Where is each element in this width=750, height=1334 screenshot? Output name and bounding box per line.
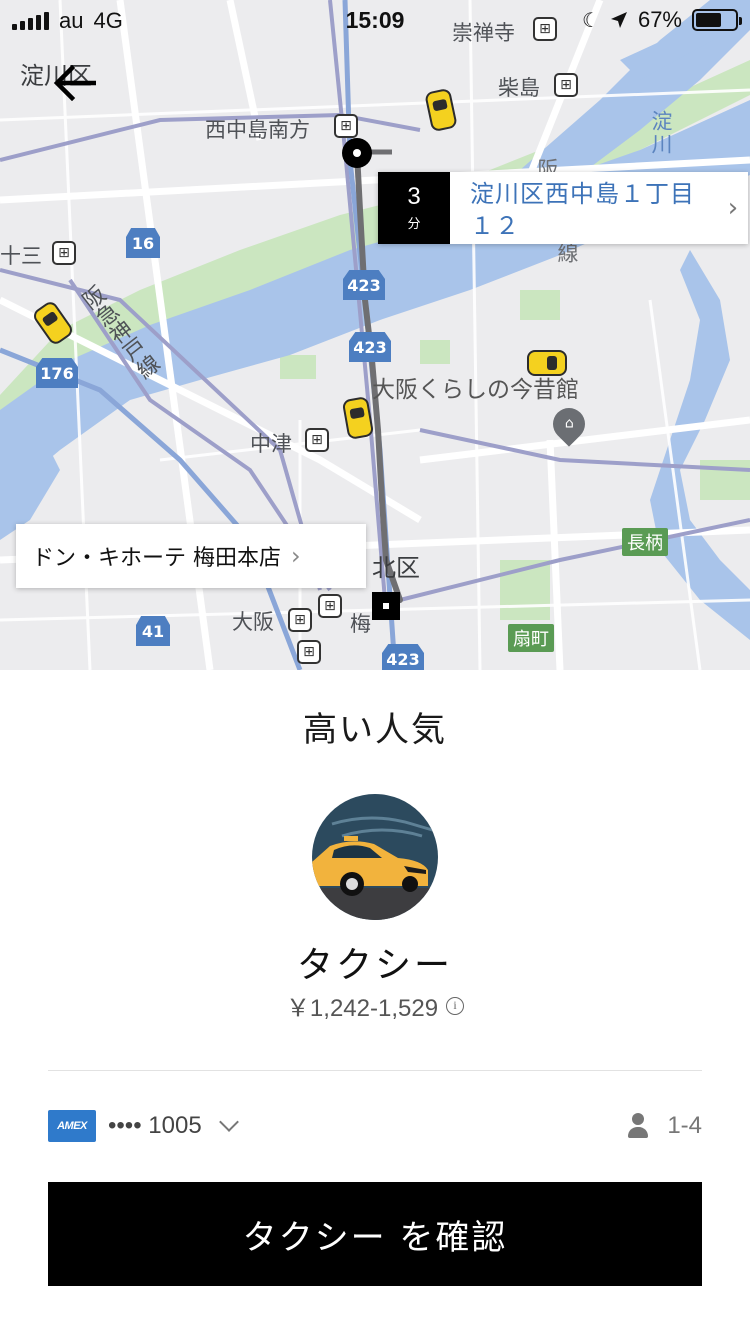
eta-unit: 分	[407, 216, 421, 232]
train-station-icon: ⊞	[52, 241, 76, 265]
seat-count-selector[interactable]: 1-4	[627, 1112, 702, 1140]
card-number: •••• 1005	[108, 1112, 202, 1139]
map-view[interactable]: 淀川区 西中島南方 崇禅寺 柴島 十三 阪急神戸線 大阪くらしの今昔館 中津 北…	[0, 0, 750, 670]
payment-method-selector[interactable]: AMEX •••• 1005	[48, 1110, 239, 1142]
destination-marker-dot	[383, 603, 389, 609]
taxi-illustration-icon	[312, 794, 438, 920]
moon-icon: ☾	[582, 9, 600, 32]
map-label-nagara: 長柄	[622, 528, 668, 556]
ride-options-sheet: 高い人気 タクシー ￥1,242-1,529 i AMEX •••• 1005	[0, 670, 750, 1334]
route-shield: 16	[126, 228, 160, 258]
map-label-nishinakajima-minamigata: 西中島南方	[205, 118, 310, 142]
eta-minutes: 3	[407, 182, 421, 210]
fare-range: ￥1,242-1,529	[285, 995, 439, 1022]
train-station-icon: ⊞	[305, 428, 329, 452]
eta-box: 3 分	[378, 172, 450, 244]
payment-row: AMEX •••• 1005 1-4	[48, 1106, 702, 1146]
fare-estimate: ￥1,242-1,529 i	[0, 988, 750, 1023]
battery-percent: 67%	[637, 7, 682, 32]
destination-callout[interactable]: ドン・キホーテ 梅田本店 ›	[16, 524, 366, 588]
train-station-icon: ⊞	[554, 73, 578, 97]
map-label-kita-ward: 北区	[372, 554, 420, 582]
map-label-shibajima: 柴島	[498, 76, 540, 100]
map-label-osaka: 大阪	[232, 610, 274, 634]
destination-marker	[372, 592, 400, 620]
status-bar: au 4G 15:09 ☾ 67%	[0, 0, 750, 40]
battery-fill	[696, 13, 722, 27]
amex-card-icon: AMEX	[48, 1110, 96, 1142]
person-icon	[627, 1113, 649, 1139]
train-station-icon: ⊞	[334, 114, 358, 138]
map-label-juso: 十三	[0, 244, 42, 268]
train-station-icon: ⊞	[297, 640, 321, 664]
route-shield: 423	[382, 644, 424, 670]
chevron-down-icon	[218, 1112, 239, 1132]
map-label-umeda: 梅	[350, 612, 371, 636]
chevron-right-icon: ›	[727, 193, 739, 223]
divider	[48, 1070, 702, 1071]
pickup-callout[interactable]: 3 分 淀川区西中島１丁目 １２ ›	[378, 172, 748, 244]
pickup-address: 淀川区西中島１丁目 １２	[450, 172, 718, 244]
vehicle-name: タクシー	[296, 945, 453, 986]
train-station-icon: ⊞	[288, 608, 312, 632]
sheet-title: 高い人気	[303, 710, 447, 750]
destination-name: ドン・キホーテ 梅田本店	[32, 546, 281, 571]
back-button[interactable]	[46, 58, 102, 108]
taxi-car-icon	[527, 350, 567, 376]
map-label-yodo-river: 淀川	[649, 110, 673, 156]
taxi-vehicle-image[interactable]	[312, 794, 438, 920]
route-shield: 41	[136, 616, 170, 646]
pickup-address-line1: 淀川区西中島１丁目	[470, 180, 695, 208]
confirm-taxi-button[interactable]: タクシー を確認	[48, 1182, 702, 1286]
map-label-nakatsu: 中津	[250, 432, 292, 456]
route-shield: 176	[36, 358, 78, 388]
arrow-left-icon	[53, 65, 96, 101]
seat-count: 1-4	[667, 1112, 702, 1139]
chevron-right-icon: ›	[291, 542, 301, 570]
battery-icon	[692, 9, 742, 31]
route-shield: 423	[349, 332, 391, 362]
train-station-icon: ⊞	[318, 594, 342, 618]
info-icon[interactable]: i	[446, 996, 465, 1015]
map-label-rail-vertical-right: 線	[555, 242, 579, 265]
route-shield: 423	[343, 270, 385, 300]
pickup-address-line2: １２	[470, 212, 520, 240]
map-label-ogimachi: 扇町	[508, 624, 554, 652]
location-arrow-icon	[610, 12, 627, 28]
status-bar-right: ☾ 67%	[582, 7, 742, 33]
